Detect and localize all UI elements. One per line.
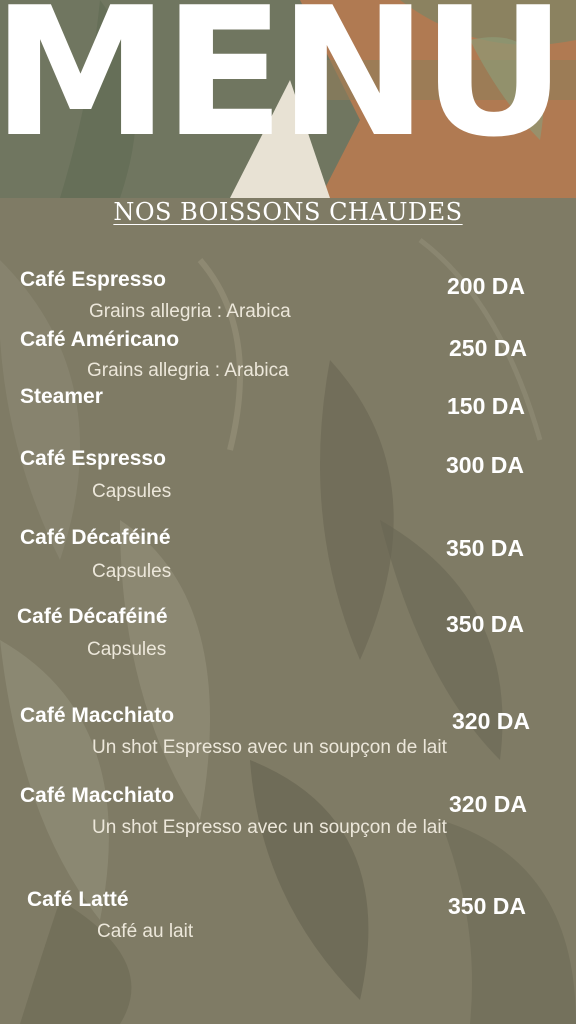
item-description: Grains allegria : Arabica <box>87 360 289 381</box>
item-name: Café Espresso <box>20 447 166 470</box>
item-name: Café Macchiato <box>20 784 175 807</box>
item-price: 320 DA <box>452 708 530 734</box>
item-name: Café Décaféiné <box>17 605 168 628</box>
item-price: 350 DA <box>446 535 524 561</box>
item-price: 350 DA <box>446 611 524 637</box>
item-price: 300 DA <box>446 452 524 478</box>
item-price: 150 DA <box>447 393 525 419</box>
item-name: Café Décaféiné <box>20 526 171 549</box>
item-price: 320 DA <box>449 791 527 817</box>
item-description: Capsules <box>92 561 172 582</box>
item-description: Capsules <box>92 481 172 502</box>
item-description: Café au lait <box>97 921 194 942</box>
menu-header: MENU <box>0 0 576 198</box>
item-description: Un shot Espresso avec un soupçon de lait <box>92 737 447 758</box>
item-name: Café Latté <box>27 888 129 911</box>
section-title: NOS BOISSONS CHAUDES <box>113 198 463 226</box>
item-price: 200 DA <box>447 273 525 299</box>
item-name: Café Espresso <box>20 268 166 291</box>
item-description: Capsules <box>87 639 167 660</box>
item-name: Café Américano <box>20 328 180 351</box>
item-price: 350 DA <box>448 893 526 919</box>
item-description: Grains allegria : Arabica <box>89 301 291 322</box>
item-description: Un shot Espresso avec un soupçon de lait <box>92 817 447 838</box>
item-price: 250 DA <box>449 335 527 361</box>
menu-title: MENU <box>0 0 566 176</box>
item-name: Steamer <box>20 385 103 408</box>
item-name: Café Macchiato <box>20 704 175 727</box>
